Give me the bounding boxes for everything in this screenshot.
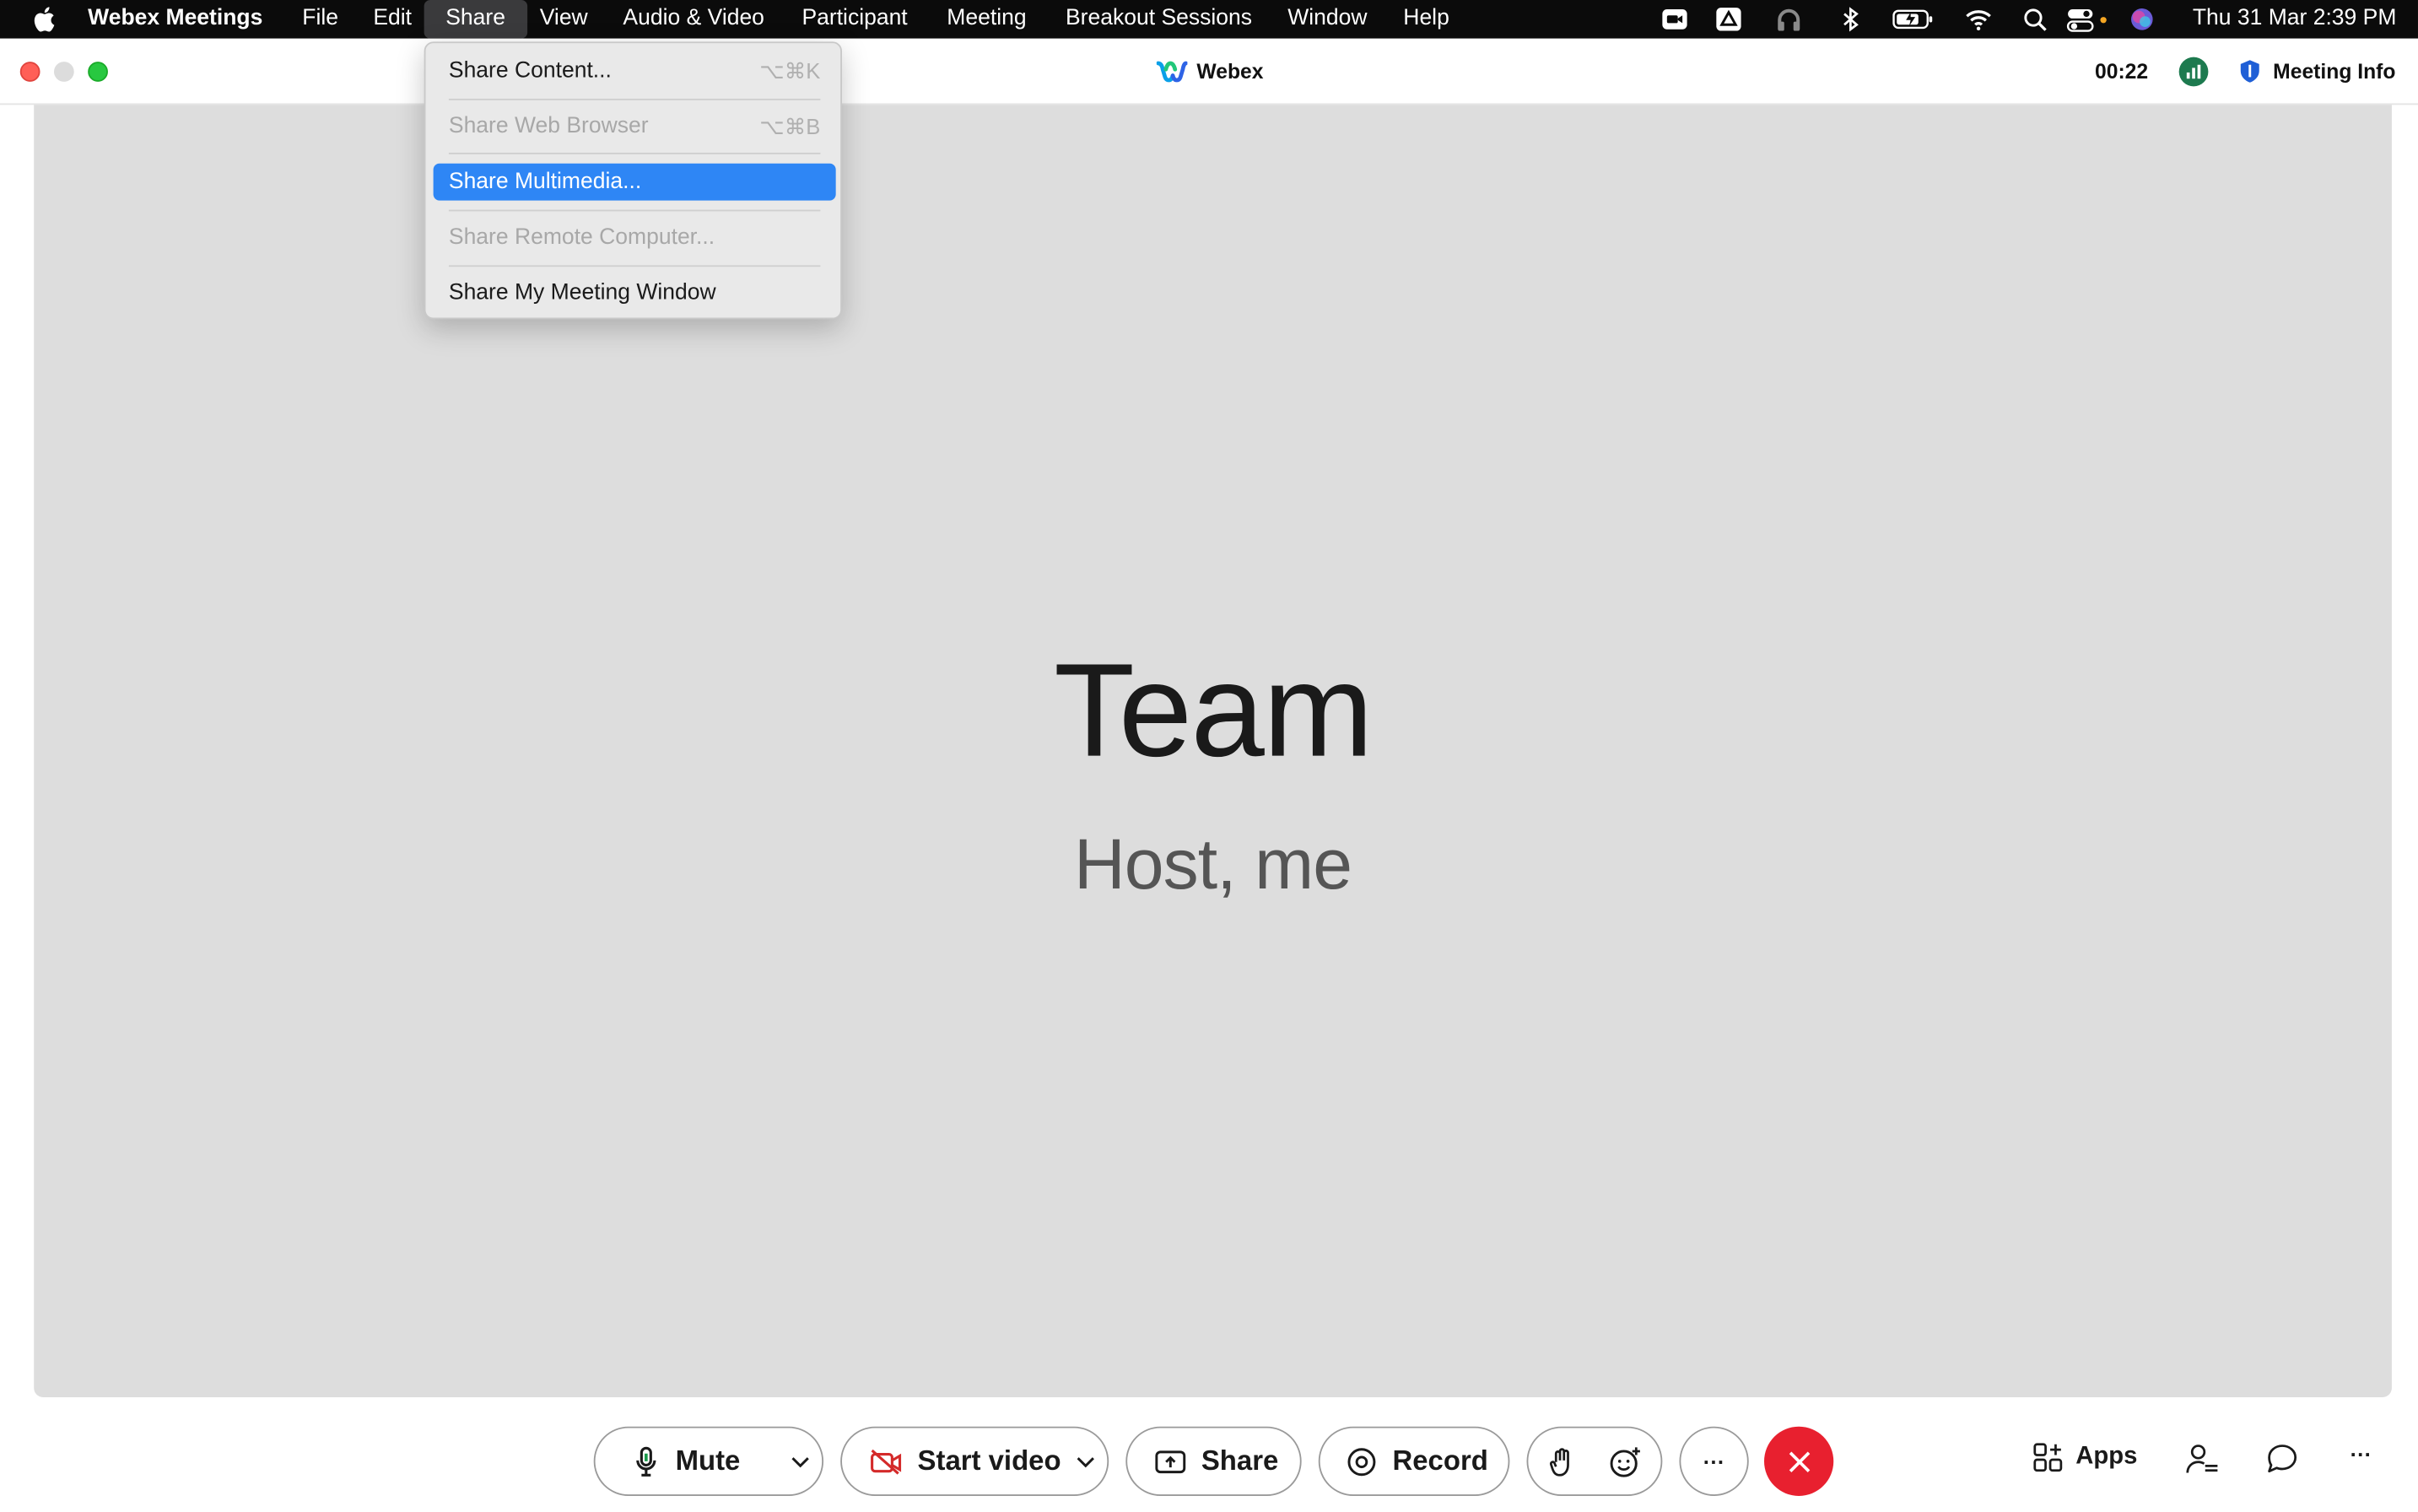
menu-item-share-remote-computer[interactable]: Share Remote Computer...	[434, 219, 836, 256]
menu-item-label: Share Content...	[448, 58, 612, 84]
network-signal-icon[interactable]	[2178, 57, 2209, 87]
menu-app-name[interactable]: Webex Meetings	[76, 0, 275, 39]
menu-separator	[448, 209, 821, 212]
reactions-button-group	[1526, 1426, 1663, 1496]
meeting-stage: Team Host, me	[34, 105, 2392, 1397]
reactions-icon[interactable]	[1608, 1444, 1642, 1478]
meeting-info-label: Meeting Info	[2273, 59, 2396, 83]
start-video-button[interactable]: Start video	[918, 1445, 1061, 1477]
spotlight-search-icon[interactable]	[2021, 6, 2049, 32]
menu-file[interactable]: File	[290, 0, 351, 39]
screen: Webex Meetings File Edit Share View Audi…	[0, 0, 2418, 1512]
end-meeting-button[interactable]	[1764, 1426, 1834, 1496]
menu-view[interactable]: View	[527, 0, 600, 39]
menu-item-label: Share Multimedia...	[448, 170, 642, 195]
record-icon	[1347, 1446, 1378, 1477]
share-dropdown-menu: Share Content... ⌥⌘K Share Web Browser ⌥…	[424, 41, 842, 320]
meeting-controls-toolbar: Mute Start video Share Record ··· Apps ·…	[0, 1396, 2418, 1512]
share-screen-icon	[1155, 1449, 1186, 1473]
more-right-label: ···	[2350, 1441, 2372, 1467]
headphones-icon[interactable]	[1775, 6, 1803, 32]
record-button-label: Record	[1392, 1444, 1488, 1477]
window-minimize-button[interactable]	[53, 62, 74, 82]
menu-window[interactable]: Window	[1276, 0, 1380, 39]
window-title-label: Webex	[1196, 59, 1264, 83]
meeting-info-button[interactable]: Meeting Info	[2239, 58, 2396, 83]
chevron-down-icon[interactable]	[791, 1455, 810, 1468]
menu-bar: Webex Meetings File Edit Share View Audi…	[0, 0, 2418, 39]
webex-logo-icon	[1156, 61, 1188, 83]
window-title: Webex	[1156, 58, 1264, 83]
menu-item-share-content[interactable]: Share Content... ⌥⌘K	[434, 52, 836, 89]
participants-button[interactable]	[2185, 1442, 2219, 1476]
menu-item-shortcut: ⌥⌘B	[759, 114, 821, 139]
apps-button-label: Apps	[2075, 1443, 2138, 1470]
menu-participant[interactable]: Participant	[790, 0, 920, 39]
meeting-timer: 00:22	[2095, 60, 2149, 84]
menu-item-label: Share Remote Computer...	[448, 224, 715, 251]
menu-item-share-multimedia[interactable]: Share Multimedia...	[433, 163, 836, 201]
apps-icon	[2033, 1443, 2063, 1472]
start-video-button-group: Start video	[840, 1426, 1109, 1496]
window-titlebar: Webex 00:22 Meeting Info	[0, 38, 2418, 105]
host-label: Host, me	[1074, 824, 1352, 904]
close-icon	[1788, 1450, 1810, 1472]
menu-share[interactable]: Share	[424, 0, 527, 39]
control-center-icon[interactable]	[2066, 6, 2109, 32]
apps-button[interactable]: Apps	[2032, 1442, 2137, 1473]
drive-icon[interactable]	[1715, 6, 1743, 32]
menu-breakout-sessions[interactable]: Breakout Sessions	[1053, 0, 1264, 39]
chat-button[interactable]	[2265, 1442, 2299, 1476]
menubar-clock[interactable]: Thu 31 Mar 2:39 PM	[2193, 0, 2397, 39]
share-button-label: Share	[1201, 1444, 1279, 1477]
menu-edit[interactable]: Edit	[361, 0, 424, 39]
participants-icon	[2186, 1444, 2218, 1473]
apple-menu-icon[interactable]	[31, 6, 56, 32]
menu-item-label: Share Web Browser	[448, 114, 649, 139]
more-options-button[interactable]: ···	[1679, 1426, 1749, 1496]
menu-audio-video[interactable]: Audio & Video	[611, 0, 777, 39]
chat-icon	[2268, 1444, 2297, 1473]
meeting-title: Team	[1054, 636, 1374, 786]
record-button[interactable]: Record	[1318, 1426, 1510, 1496]
microphone-icon[interactable]	[635, 1445, 657, 1477]
zoom-icon[interactable]	[1661, 6, 1689, 32]
mute-button-group: Mute	[593, 1426, 824, 1496]
chevron-down-icon[interactable]	[1077, 1455, 1095, 1468]
menu-item-label: Share My Meeting Window	[448, 280, 716, 305]
window-close-button[interactable]	[19, 62, 40, 82]
menu-help[interactable]: Help	[1391, 0, 1462, 39]
shield-icon	[2240, 60, 2259, 83]
siri-icon[interactable]	[2128, 6, 2156, 32]
menu-separator	[448, 152, 821, 154]
share-button[interactable]: Share	[1125, 1426, 1302, 1496]
more-options-label: ···	[1703, 1449, 1725, 1474]
wifi-icon[interactable]	[1965, 6, 1993, 32]
menu-item-share-web-browser[interactable]: Share Web Browser ⌥⌘B	[434, 108, 836, 145]
menu-separator	[448, 98, 821, 100]
window-zoom-button[interactable]	[88, 62, 108, 82]
menu-item-shortcut: ⌥⌘K	[759, 58, 821, 84]
menu-meeting[interactable]: Meeting	[935, 0, 1039, 39]
more-right-button[interactable]: ···	[2351, 1442, 2372, 1466]
raise-hand-icon[interactable]	[1548, 1446, 1576, 1477]
menu-item-share-my-meeting-window[interactable]: Share My Meeting Window	[434, 274, 836, 311]
video-off-icon[interactable]	[870, 1447, 904, 1475]
menu-separator	[448, 265, 821, 267]
bluetooth-icon[interactable]	[1837, 6, 1865, 32]
mute-button[interactable]: Mute	[676, 1445, 741, 1477]
battery-icon[interactable]	[1892, 6, 1935, 32]
